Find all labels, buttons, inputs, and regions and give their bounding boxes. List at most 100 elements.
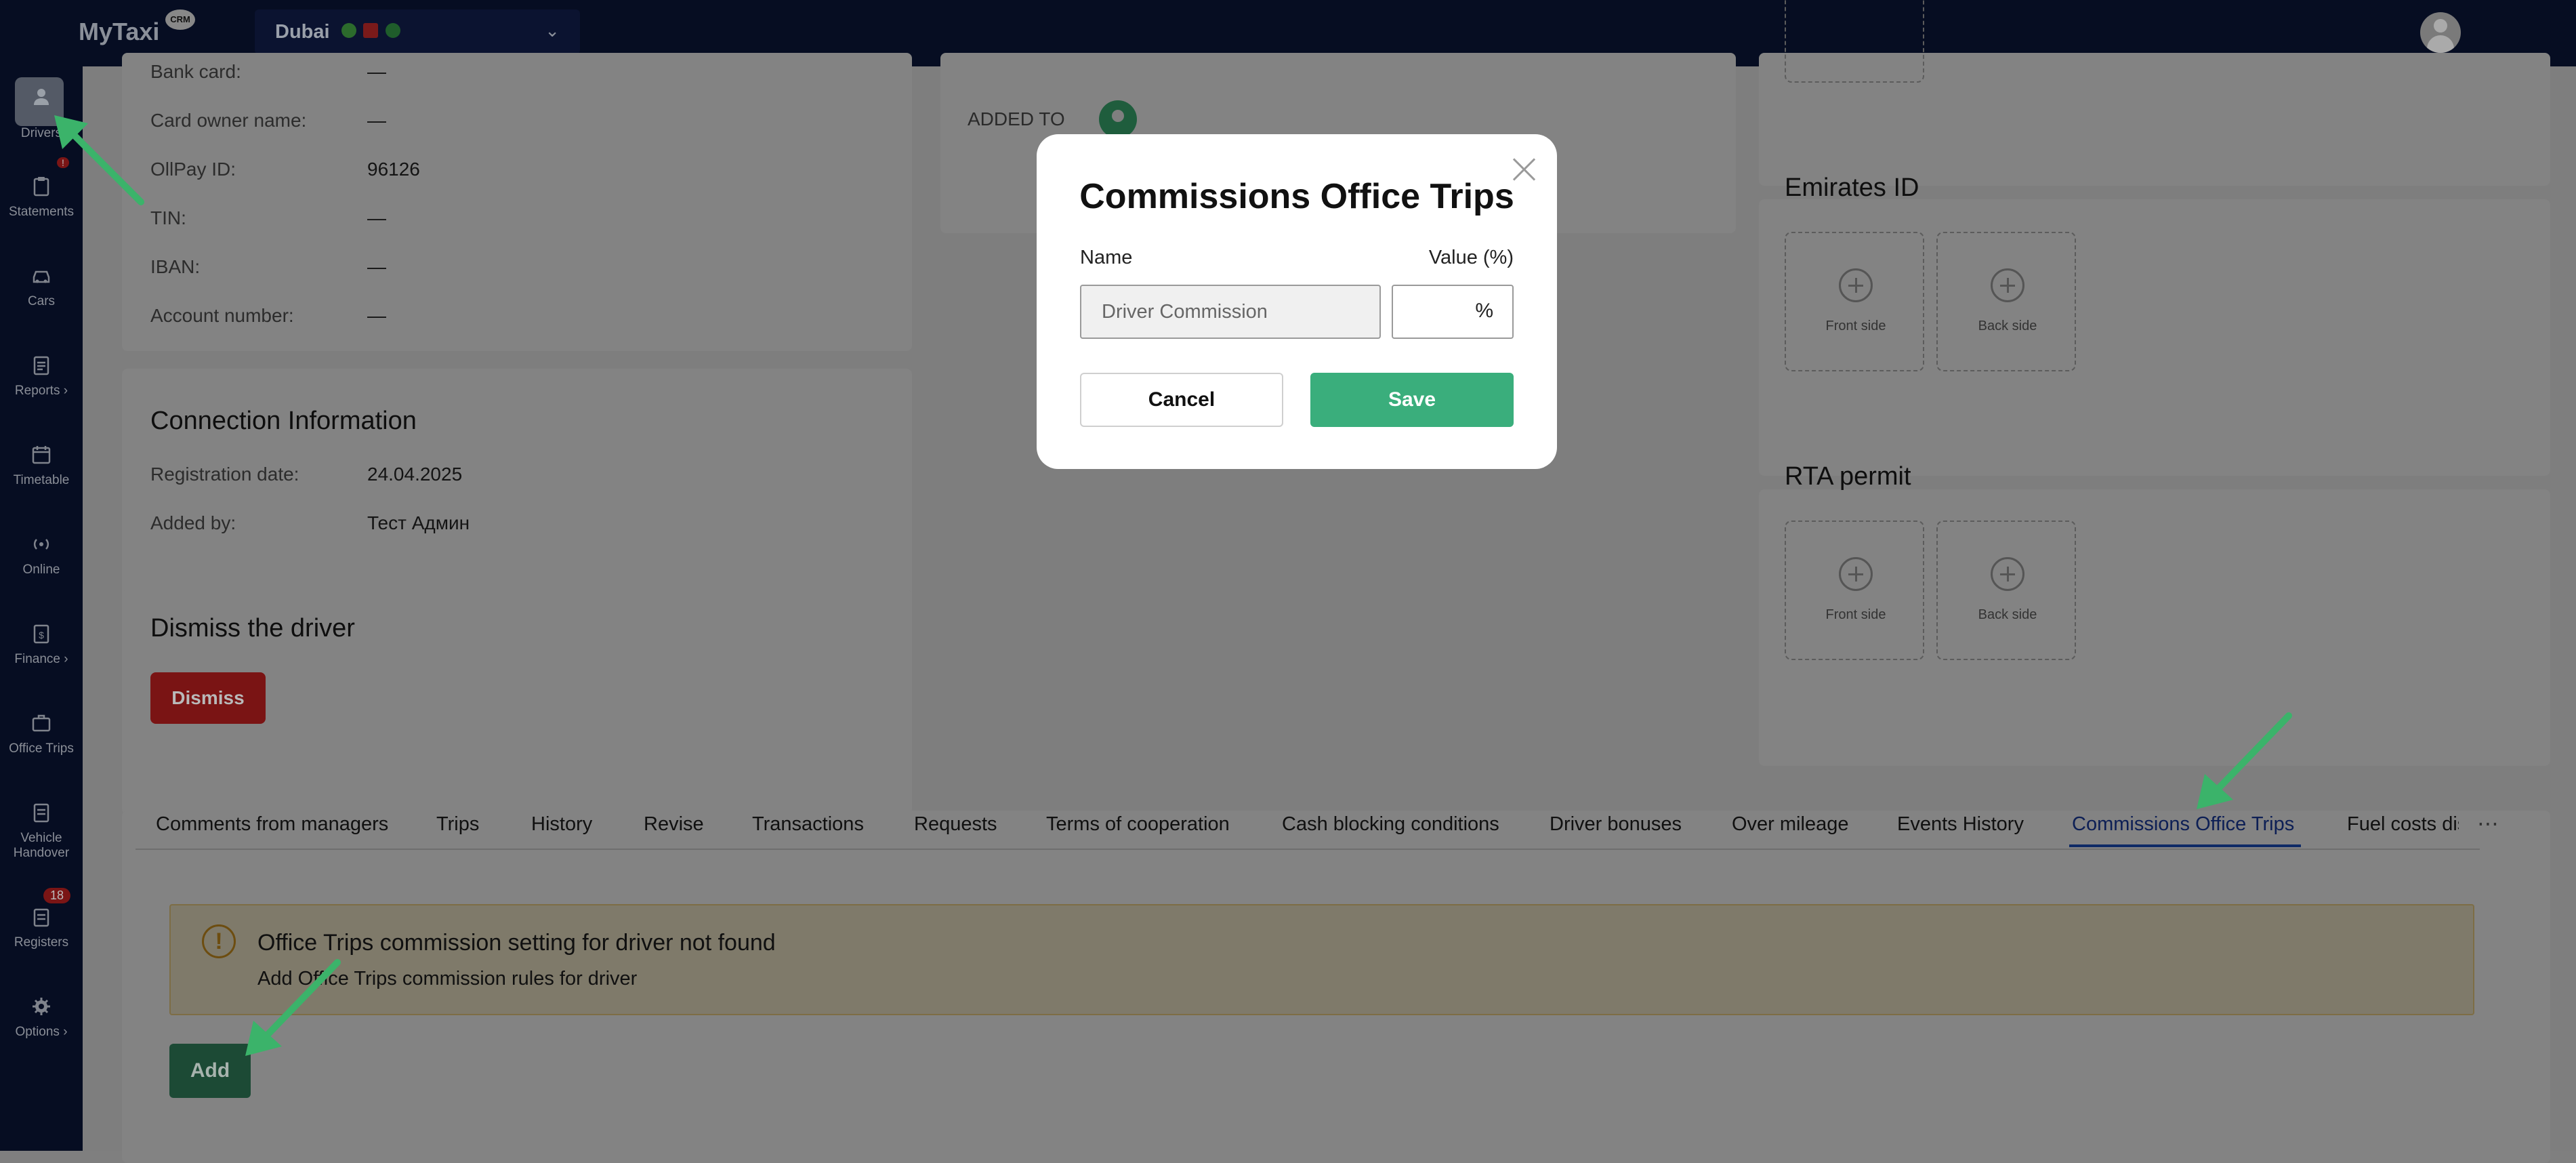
sidebar-item-label: Timetable (13, 473, 70, 487)
sidebar-item-registers[interactable]: 18 Registers (0, 888, 83, 980)
upload-caption: Front side (1825, 319, 1886, 333)
sidebar-item-timetable[interactable]: Timetable (0, 436, 83, 518)
commission-not-found-alert: ! Office Trips commission setting for dr… (169, 904, 2474, 1015)
tab-history[interactable]: History (531, 813, 592, 836)
registration-date-label: Registration date: (150, 464, 299, 485)
handover-icon (33, 803, 49, 823)
annotation-arrow-icon (54, 115, 144, 205)
dismiss-button[interactable]: Dismiss (150, 672, 266, 724)
app-logo[interactable]: MyTaxi (79, 18, 159, 46)
register-icon (33, 908, 49, 927)
dismiss-title: Dismiss the driver (150, 614, 355, 642)
briefcase-icon (32, 714, 51, 732)
sidebar-item-reports[interactable]: Reports › (0, 347, 83, 428)
annotation-arrow-icon (245, 959, 341, 1056)
flag-icon (363, 23, 379, 38)
upload-caption: Back side (1978, 319, 2037, 333)
finance-icon: $ (33, 624, 49, 644)
chevron-down-icon: ⌄ (545, 20, 560, 41)
plus-icon (1839, 557, 1873, 591)
user-avatar[interactable] (2420, 12, 2461, 53)
card-owner-value: — (367, 110, 386, 131)
city-status-icons (341, 23, 404, 38)
tab-commissions-office-trips[interactable]: Commissions Office Trips (2072, 813, 2294, 836)
tab-over-mileage[interactable]: Over mileage (1732, 813, 1848, 836)
tin-label: TIN: (150, 207, 186, 228)
more-tabs-icon[interactable]: ⋯ (2477, 811, 2499, 836)
sidebar-item-label: Cars (27, 294, 56, 308)
sidebar-item-label: Finance › (14, 652, 68, 666)
location-icon[interactable] (1099, 100, 1137, 138)
commission-name-input[interactable] (1080, 285, 1381, 339)
emirates-front-upload[interactable]: Front side (1785, 232, 1924, 371)
tin-value: — (367, 207, 386, 228)
tab-comments[interactable]: Comments from managers (156, 813, 388, 836)
account-number-label: Account number: (150, 305, 294, 326)
sidebar: Drivers ! Statements Cars Reports › Time… (0, 66, 83, 1151)
plus-icon (1839, 268, 1873, 302)
user-icon (34, 89, 49, 105)
sidebar-item-finance[interactable]: $ Finance › (0, 615, 83, 697)
connection-title: Connection Information (150, 407, 417, 435)
crm-badge: CRM (165, 9, 195, 30)
name-label: Name (1080, 247, 1133, 268)
emirates-id-title: Emirates ID (1785, 174, 1919, 202)
tab-cash-blocking[interactable]: Cash blocking conditions (1282, 813, 1499, 836)
added-by-value: Тест Админ (367, 512, 470, 533)
annotation-arrow-icon (2197, 712, 2292, 809)
registration-date-value: 24.04.2025 (367, 464, 463, 485)
card-owner-label: Card owner name: (150, 110, 307, 131)
ollpay-value: 96126 (367, 159, 420, 180)
sidebar-item-cars[interactable]: Cars (0, 258, 83, 339)
account-number-value: — (367, 305, 386, 326)
iban-label: IBAN: (150, 256, 201, 277)
commission-value-input[interactable]: % (1392, 285, 1514, 339)
active-tab-underline (2069, 844, 2301, 847)
value-label: Value (%) (1428, 247, 1514, 268)
city-name: Dubai (275, 21, 330, 43)
tab-events-history[interactable]: Events History (1897, 813, 2024, 836)
sync-icon (341, 23, 356, 38)
svg-text:$: $ (39, 630, 44, 640)
plus-icon (1991, 557, 2024, 591)
tab-terms[interactable]: Terms of cooperation (1046, 813, 1230, 836)
percent-suffix: % (1475, 300, 1493, 322)
report-icon (33, 356, 49, 375)
cancel-button[interactable]: Cancel (1080, 373, 1283, 427)
partial-upload-box[interactable] (1785, 0, 1924, 83)
save-button[interactable]: Save (1310, 373, 1514, 427)
city-select[interactable]: Dubai ⌄ (255, 9, 580, 54)
calendar-icon (32, 446, 51, 464)
sidebar-item-label: Options › (15, 1025, 68, 1039)
iban-value: — (367, 256, 386, 277)
sidebar-item-vehicle-handover[interactable]: Vehicle Handover (0, 794, 83, 889)
sidebar-item-office-trips[interactable]: Office Trips (0, 705, 83, 786)
tab-fuel-costs[interactable]: Fuel costs dis (2347, 813, 2459, 836)
added-to-label: ADDED TO (968, 108, 1065, 129)
upload-caption: Front side (1825, 607, 1886, 622)
emirates-back-upload[interactable]: Back side (1936, 232, 2076, 371)
sidebar-item-label: Reports › (14, 384, 68, 398)
sidebar-item-online[interactable]: Online (0, 526, 83, 607)
alert-title: Office Trips commission setting for driv… (257, 930, 776, 956)
sidebar-item-label: Online (22, 563, 60, 577)
tab-trips[interactable]: Trips (436, 813, 479, 836)
rta-back-upload[interactable]: Back side (1936, 521, 2076, 660)
status-dot-icon (385, 23, 400, 38)
sidebar-item-options[interactable]: Options › (0, 988, 83, 1069)
tab-driver-bonuses[interactable]: Driver bonuses (1550, 813, 1682, 836)
car-icon (33, 270, 50, 283)
tab-requests[interactable]: Requests (914, 813, 997, 836)
warning-icon: ! (202, 924, 236, 958)
sidebar-item-label: Office Trips (9, 741, 74, 756)
rta-front-upload[interactable]: Front side (1785, 521, 1924, 660)
registers-badge: 18 (43, 888, 71, 903)
broadcast-icon (33, 539, 49, 550)
sidebar-item-label: Vehicle Handover (13, 831, 70, 860)
tab-revise[interactable]: Revise (644, 813, 704, 836)
bank-card-value: — (367, 61, 386, 82)
commission-modal: Commissions Office Trips Name Value (%) … (1037, 134, 1557, 469)
tab-transactions[interactable]: Transactions (752, 813, 864, 836)
sidebar-item-label: Registers (14, 935, 69, 950)
ollpay-label: OllPay ID: (150, 159, 236, 180)
